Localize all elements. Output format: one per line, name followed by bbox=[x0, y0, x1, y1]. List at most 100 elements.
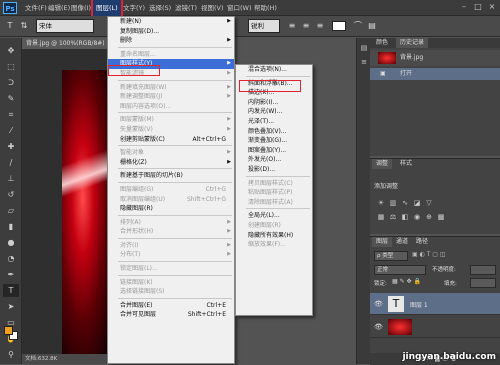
snapshot-thumbnail bbox=[378, 52, 396, 64]
layer-menu-item[interactable]: 隐藏图层(R) bbox=[108, 204, 234, 214]
tab-adjustments[interactable]: 调整 bbox=[372, 159, 393, 169]
properties-panel-icon[interactable]: ≡ bbox=[359, 58, 369, 67]
menu-type[interactable]: 文字(Y) bbox=[120, 0, 148, 16]
layer-menu-item[interactable]: 复制图层(D)... bbox=[108, 27, 234, 37]
align-left-icon[interactable]: ≡ bbox=[286, 20, 298, 32]
visibility-eye-icon[interactable]: 👁 bbox=[374, 300, 383, 308]
layer-row-background[interactable]: 👁 bbox=[370, 316, 500, 338]
history-brush-tool-icon[interactable]: ↺ bbox=[3, 188, 19, 201]
layer-menu-item[interactable]: 栅格化(Z) ▶ bbox=[108, 158, 234, 168]
warp-text-icon[interactable]: ⌒ bbox=[352, 20, 364, 32]
layer-style-menu-item[interactable]: 颜色叠加(V)... bbox=[236, 127, 312, 137]
opacity-field[interactable] bbox=[470, 265, 496, 275]
tab-history[interactable]: 历史记录 bbox=[396, 38, 429, 48]
layer-menu-item[interactable]: 合并可见图层 Shift+Ctrl+E bbox=[108, 310, 234, 320]
layer-style-menu-item[interactable]: 混合选项(N)... bbox=[236, 65, 312, 75]
levels-icon[interactable]: ▥ bbox=[388, 199, 398, 208]
gradient-tool-icon[interactable]: ▮ bbox=[3, 220, 19, 233]
eyedropper-tool-icon[interactable]: ⁄ bbox=[3, 124, 19, 137]
tab-layers[interactable]: 图层 bbox=[372, 237, 393, 247]
curves-icon[interactable]: ∿ bbox=[400, 199, 410, 208]
layer-style-menu-item[interactable]: 光泽(T)... bbox=[236, 117, 312, 127]
orientation-toggle-icon[interactable]: ⇅ bbox=[18, 20, 30, 32]
tab-styles[interactable]: 样式 bbox=[396, 159, 416, 169]
history-panel-icon[interactable]: ▤ bbox=[359, 44, 369, 53]
layer-menu-item[interactable]: 新建(N) ▶ bbox=[108, 17, 234, 27]
layer-style-menu-item[interactable]: 渐变叠加(G)... bbox=[236, 136, 312, 146]
layer-row-text[interactable]: 👁 T 图层 1 bbox=[370, 293, 500, 315]
lock-icons[interactable]: ▦ ✎ ✥ 🔒 bbox=[392, 278, 421, 285]
healing-brush-tool-icon[interactable]: ✚ bbox=[3, 140, 19, 153]
menu-select[interactable]: 选择(S) bbox=[146, 0, 174, 16]
color-lookup-icon[interactable]: ▩ bbox=[436, 213, 446, 222]
layer-menu-item: 新建填充图层(W) ▶ bbox=[108, 83, 234, 93]
tab-paths[interactable]: 路径 bbox=[412, 237, 432, 247]
marquee-tool-icon[interactable]: ⬚ bbox=[3, 60, 19, 73]
fill-field[interactable] bbox=[470, 278, 496, 288]
layer-style-menu-item[interactable]: 内发光(W)... bbox=[236, 107, 312, 117]
blur-tool-icon[interactable]: ● bbox=[3, 236, 19, 249]
menu-layer[interactable]: 图层(L) bbox=[91, 0, 123, 18]
layer-menu-item: 矢量蒙版(V) ▶ bbox=[108, 125, 234, 135]
brightness-icon[interactable]: ☀ bbox=[376, 199, 386, 208]
crop-tool-icon[interactable]: ⌗ bbox=[3, 108, 19, 121]
document-tab[interactable]: 背景.jpg @ 100%(RGB/8#) bbox=[22, 38, 116, 49]
text-color-swatch[interactable] bbox=[332, 21, 346, 31]
close-icon[interactable]: × bbox=[486, 2, 498, 12]
visibility-eye-icon[interactable]: 👁 bbox=[374, 323, 383, 331]
layer-filter-icons[interactable]: ▣ ◐ T ▢ ◫ bbox=[412, 251, 476, 261]
tab-color[interactable]: 颜色 bbox=[372, 38, 392, 48]
quick-select-tool-icon[interactable]: ✎ bbox=[3, 92, 19, 105]
layer-style-menu-item[interactable]: 图案叠加(Y)... bbox=[236, 146, 312, 156]
zoom-tool-icon[interactable]: ⚲ bbox=[3, 348, 19, 361]
menu-item-label: 智能对象 bbox=[120, 149, 145, 157]
layer-style-menu-item[interactable]: 隐藏所有效果(H) bbox=[236, 231, 312, 241]
tab-channels[interactable]: 通道 bbox=[392, 237, 412, 247]
pen-tool-icon[interactable]: ✒ bbox=[3, 268, 19, 281]
clone-stamp-tool-icon[interactable]: ⊥ bbox=[3, 172, 19, 185]
type-tool-icon[interactable]: T bbox=[3, 284, 19, 297]
font-family-select[interactable]: 宋体 bbox=[36, 19, 94, 33]
menu-help[interactable]: 帮助(H) bbox=[251, 0, 280, 16]
menu-image[interactable]: 图像(I) bbox=[68, 0, 94, 16]
menu-window[interactable]: 窗口(W) bbox=[224, 0, 255, 16]
layer-menu-item[interactable]: 合并图层(E) Ctrl+E bbox=[108, 301, 234, 311]
history-step-row[interactable]: ▣ 打开 bbox=[370, 68, 500, 80]
hue-saturation-icon[interactable]: ▦ bbox=[376, 213, 386, 222]
blend-mode-select[interactable]: 正常 bbox=[374, 265, 426, 275]
layer-style-menu-item[interactable]: 外发光(O)... bbox=[236, 155, 312, 165]
menu-view[interactable]: 视图(V) bbox=[198, 0, 227, 16]
photo-filter-icon[interactable]: ◉ bbox=[412, 213, 422, 222]
history-snapshot-row[interactable]: 背景.jpg bbox=[370, 50, 500, 66]
black-white-icon[interactable]: ◧ bbox=[400, 213, 410, 222]
maximize-icon[interactable]: □ bbox=[472, 2, 484, 12]
layer-kind-filter[interactable]: ρ 类型 bbox=[374, 251, 408, 261]
history-panel: 颜色 历史记录 背景.jpg ▣ 打开 bbox=[370, 38, 500, 156]
layer-menu-item[interactable]: 创建剪贴蒙版(C) Alt+Ctrl+G bbox=[108, 135, 234, 145]
anti-alias-select[interactable]: 锐利 bbox=[248, 19, 280, 33]
color-balance-icon[interactable]: ⚖ bbox=[388, 213, 398, 222]
layer-style-menu-item[interactable]: 内阴影(I)... bbox=[236, 98, 312, 108]
minimize-icon[interactable]: – bbox=[458, 2, 470, 12]
menu-filter[interactable]: 滤镜(T) bbox=[172, 0, 200, 16]
move-tool-icon[interactable]: ✥ bbox=[3, 44, 19, 57]
eraser-tool-icon[interactable]: ▱ bbox=[3, 204, 19, 217]
channel-mixer-icon[interactable]: ⊕ bbox=[424, 213, 434, 222]
dodge-tool-icon[interactable]: ◔ bbox=[3, 252, 19, 265]
brush-tool-icon[interactable]: ∕ bbox=[3, 156, 19, 169]
layer-name[interactable]: 图层 1 bbox=[410, 300, 428, 309]
layer-menu-item[interactable]: 删除 ▶ bbox=[108, 36, 234, 46]
vibrance-icon[interactable]: ▽ bbox=[424, 199, 434, 208]
layer-style-menu-item[interactable]: 投影(D)... bbox=[236, 165, 312, 175]
layer-style-menu-item[interactable]: 全局光(L)... bbox=[236, 211, 312, 221]
align-right-icon[interactable]: ≡ bbox=[314, 20, 326, 32]
lasso-tool-icon[interactable]: ᑐ bbox=[3, 76, 19, 89]
type-tool-icon: T bbox=[7, 21, 13, 30]
path-selection-tool-icon[interactable]: ➤ bbox=[3, 300, 19, 313]
exposure-icon[interactable]: ◪ bbox=[412, 199, 422, 208]
layer-menu-item[interactable]: 新建基于图层的切片(B) bbox=[108, 171, 234, 181]
foreground-color-swatch[interactable] bbox=[4, 326, 13, 335]
character-panel-icon[interactable]: ▤ bbox=[366, 20, 378, 32]
align-center-icon[interactable]: ≡ bbox=[300, 20, 312, 32]
layer-menu-item: 对齐(I) ▶ bbox=[108, 241, 234, 251]
